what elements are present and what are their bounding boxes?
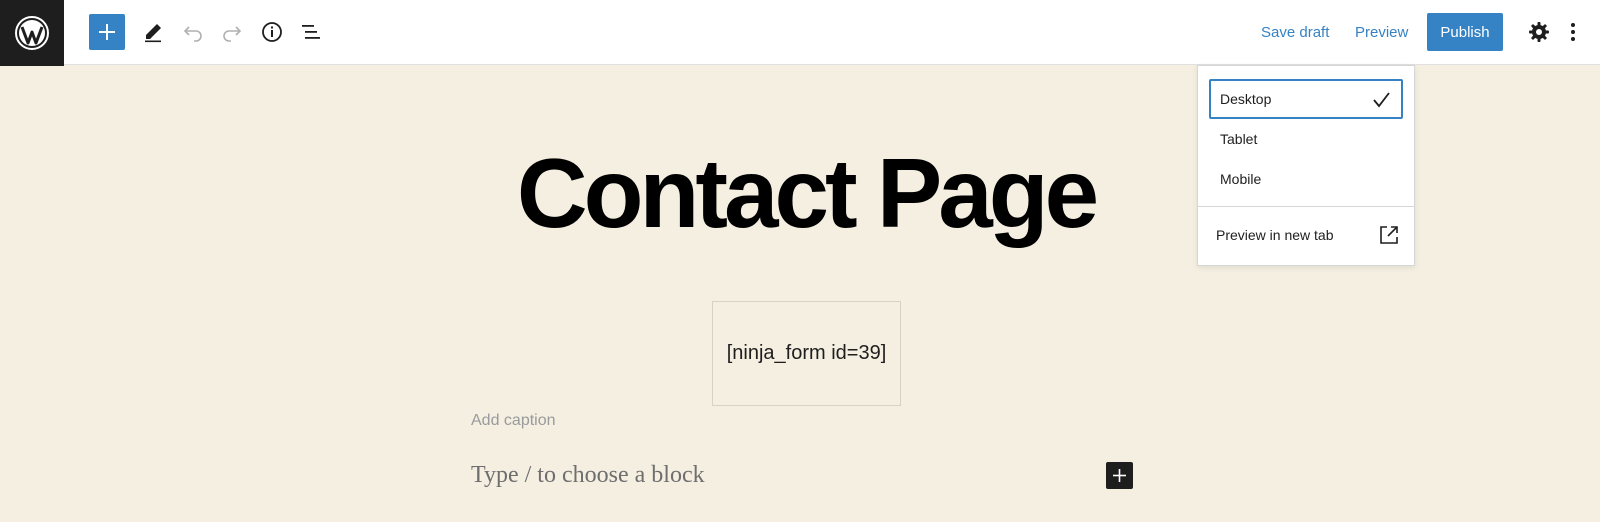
- undo-button[interactable]: [175, 14, 211, 50]
- caption-input[interactable]: Add caption: [471, 412, 556, 430]
- shortcode-text: [ninja_form id=39]: [726, 342, 887, 364]
- publish-button[interactable]: Publish: [1427, 13, 1503, 51]
- inline-add-block-button[interactable]: [1106, 462, 1133, 489]
- redo-button[interactable]: [214, 14, 250, 50]
- save-draft-button[interactable]: Save draft: [1261, 0, 1329, 65]
- preview-in-new-tab-link[interactable]: Preview in new tab: [1216, 222, 1400, 248]
- list-view-button[interactable]: [293, 14, 329, 50]
- info-icon: [262, 22, 282, 42]
- wordpress-logo-icon[interactable]: [0, 0, 64, 66]
- menu-divider: [1198, 206, 1414, 207]
- external-link-icon: [1380, 226, 1398, 244]
- shortcode-block[interactable]: [ninja_form id=39]: [712, 301, 901, 406]
- pencil-icon: [145, 24, 161, 43]
- options-button[interactable]: [1560, 14, 1586, 50]
- list-view-icon: [302, 25, 320, 39]
- editor-toolbar: Save draft Preview Publish: [0, 0, 1600, 66]
- option-label: Mobile: [1220, 171, 1262, 187]
- tools-button[interactable]: [135, 14, 171, 50]
- plus-icon: [99, 24, 115, 40]
- option-label: Desktop: [1220, 91, 1272, 107]
- plus-icon: [1113, 469, 1126, 482]
- option-label: Tablet: [1220, 131, 1258, 147]
- more-vertical-icon: [1571, 23, 1575, 41]
- block-placeholder-input[interactable]: Type / to choose a block: [471, 462, 705, 489]
- settings-button[interactable]: [1521, 14, 1557, 50]
- add-block-button[interactable]: [89, 14, 125, 50]
- new-tab-label: Preview in new tab: [1216, 227, 1334, 243]
- gear-icon: [1529, 22, 1549, 42]
- preview-button[interactable]: Preview: [1355, 0, 1408, 65]
- redo-icon: [223, 26, 242, 42]
- undo-icon: [183, 26, 202, 42]
- preview-dropdown-menu: Desktop Tablet Mobile Preview in new tab: [1197, 65, 1415, 266]
- check-icon: [1373, 92, 1390, 108]
- preview-option-mobile[interactable]: Mobile: [1209, 159, 1403, 199]
- preview-option-tablet[interactable]: Tablet: [1209, 119, 1403, 159]
- details-button[interactable]: [254, 14, 290, 50]
- preview-option-desktop[interactable]: Desktop: [1209, 79, 1403, 119]
